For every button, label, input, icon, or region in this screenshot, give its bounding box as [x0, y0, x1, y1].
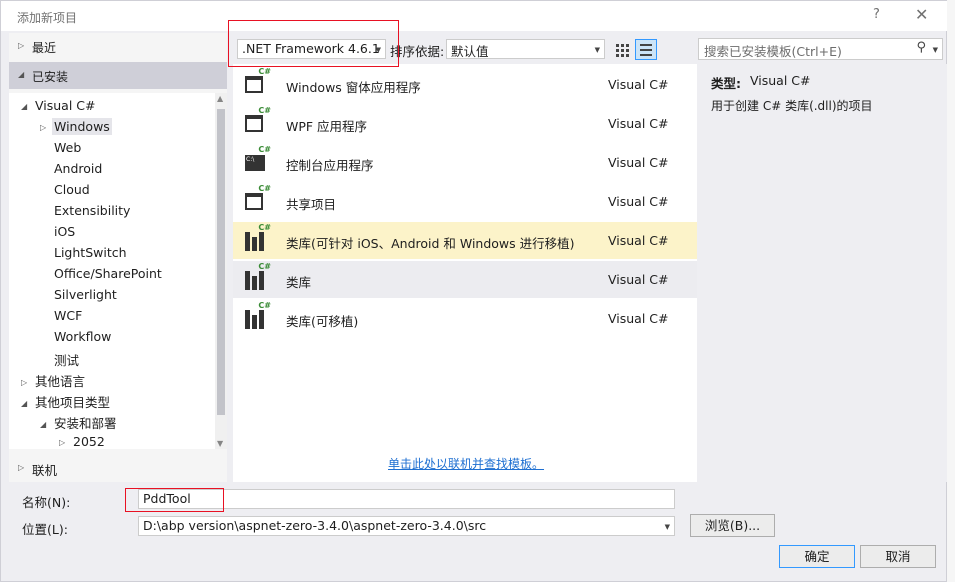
chevron-down-icon: ▼	[664, 523, 670, 531]
chevron-down-icon: ▼	[594, 46, 600, 54]
scroll-down-icon[interactable]: ▼	[217, 439, 223, 448]
name-label: 名称(N):	[22, 495, 71, 510]
close-button[interactable]: ✕	[915, 5, 928, 24]
chevron-down-icon[interactable]: ▼	[933, 46, 938, 54]
scroll-thumb[interactable]	[217, 109, 225, 415]
tree-node-2052[interactable]: ▷ 2052	[59, 434, 107, 449]
class-library-icon: C#	[243, 223, 271, 253]
location-dropdown[interactable]: D:\abp version\aspnet-zero-3.4.0\aspnet-…	[138, 516, 675, 536]
tree-node-windows[interactable]: ▷ Windows	[40, 118, 112, 140]
recent-header[interactable]: ▷ 最近	[9, 33, 227, 60]
tree-node-extensibility[interactable]: Extensibility	[52, 203, 132, 224]
template-item-class-library-portable[interactable]: C# 类库(可移植) Visual C#	[233, 300, 697, 337]
add-new-project-dialog: 添加新项目 ? ✕ ▷ 最近 ◢ 已安装 ◢ Visual C# ▷ Windows…	[0, 0, 947, 582]
tree-node-lightswitch[interactable]: LightSwitch	[52, 245, 129, 266]
left-panel: ▷ 最近 ◢ 已安装 ◢ Visual C# ▷ Windows Web Andro…	[9, 33, 227, 482]
expand-arrow-icon: ▷	[18, 463, 25, 472]
tree-node-setup-deployment[interactable]: ◢ 安装和部署	[40, 413, 119, 434]
template-item-class-library[interactable]: C# 类库 Visual C#	[233, 261, 697, 298]
template-item-shared-project[interactable]: C# 共享项目 Visual C#	[233, 183, 697, 220]
search-icon[interactable]: ⚲	[916, 40, 926, 55]
template-list: C# Windows 窗体应用程序 Visual C# C# WPF 应用程序 …	[233, 64, 697, 482]
template-info-panel: 类型: Visual C# 用于创建 C# 类库(.dll)的项目	[700, 64, 947, 482]
windows-forms-icon: C#	[243, 67, 271, 97]
type-label: 类型:	[711, 76, 741, 91]
tree-node-silverlight[interactable]: Silverlight	[52, 287, 119, 308]
collapse-arrow-icon: ◢	[18, 70, 25, 79]
tree-node-test[interactable]: 测试	[52, 350, 81, 371]
ok-button[interactable]: 确定	[779, 545, 855, 568]
shared-project-icon: C#	[243, 184, 271, 214]
framework-annotation-box	[228, 20, 399, 67]
template-category-tree: ◢ Visual C# ▷ Windows Web Android Cloud Ex…	[9, 93, 215, 449]
tree-node-office-sharepoint[interactable]: Office/SharePoint	[52, 266, 164, 287]
cancel-button[interactable]: 取消	[860, 545, 936, 568]
expand-arrow-icon: ▷	[18, 41, 25, 50]
tree-node-other-languages[interactable]: ▷ 其他语言	[21, 371, 87, 392]
tree-node-workflow[interactable]: Workflow	[52, 329, 113, 350]
background-editor-strip	[947, 0, 955, 582]
template-item-class-library-xamarin[interactable]: C# 类库(可针对 iOS、Android 和 Windows 进行移植) Vi…	[233, 222, 697, 259]
template-description: 用于创建 C# 类库(.dll)的项目	[711, 99, 873, 113]
search-input[interactable]: 搜索已安装模板(Ctrl+E) ⚲ ▼	[698, 38, 943, 60]
class-library-icon: C#	[243, 262, 271, 292]
console-app-icon: C:\ C#	[243, 145, 271, 175]
small-icons-view-button[interactable]	[611, 39, 633, 60]
browse-button[interactable]: 浏览(B)...	[690, 514, 775, 537]
type-value: Visual C#	[750, 73, 811, 88]
tree-node-visual-csharp[interactable]: ◢ Visual C#	[21, 98, 98, 119]
online-header[interactable]: ▷ 联机	[9, 454, 227, 482]
tree-node-cloud[interactable]: Cloud	[52, 182, 92, 203]
tree-node-android[interactable]: Android	[52, 161, 104, 182]
template-item-windows-forms[interactable]: C# Windows 窗体应用程序 Visual C#	[233, 66, 697, 103]
location-label: 位置(L):	[22, 522, 68, 537]
help-button[interactable]: ?	[873, 7, 880, 22]
template-item-console[interactable]: C:\ C# 控制台应用程序 Visual C#	[233, 144, 697, 181]
tree-scrollbar[interactable]: ▲ ▼	[215, 93, 227, 449]
tree-node-ios[interactable]: iOS	[52, 224, 77, 245]
class-library-icon: C#	[243, 301, 271, 331]
wpf-app-icon: C#	[243, 106, 271, 136]
installed-header[interactable]: ◢ 已安装	[9, 62, 227, 89]
template-item-wpf[interactable]: C# WPF 应用程序 Visual C#	[233, 105, 697, 142]
tree-node-wcf[interactable]: WCF	[52, 308, 84, 329]
tree-node-other-project-types[interactable]: ◢ 其他项目类型	[21, 392, 112, 413]
tree-node-web[interactable]: Web	[52, 140, 83, 161]
list-view-button[interactable]	[635, 39, 657, 60]
sort-dropdown[interactable]: 默认值 ▼	[446, 39, 605, 59]
name-annotation-box	[125, 488, 224, 512]
dialog-title: 添加新项目	[17, 11, 78, 25]
title-bar: 添加新项目 ? ✕	[1, 1, 947, 31]
find-templates-online-link[interactable]: 单击此处以联机并查找模板。	[388, 455, 544, 472]
scroll-up-icon[interactable]: ▲	[217, 94, 223, 103]
